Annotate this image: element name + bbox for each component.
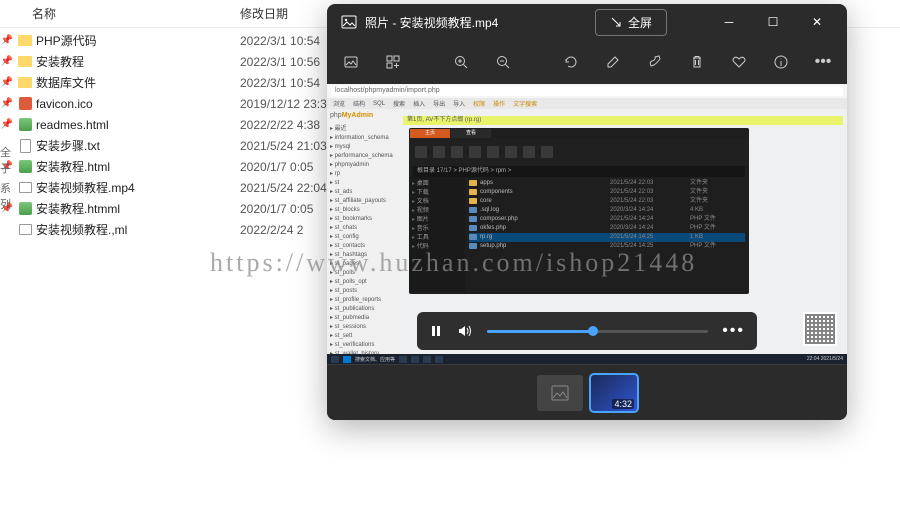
qr-code: [803, 312, 837, 346]
progress-thumb[interactable]: [588, 326, 598, 336]
pin-icon: 📌: [0, 56, 14, 67]
file-name: 安装视频教程.,ml: [36, 221, 240, 238]
dark-file-manager: 主页 查看 根目录 17/17 > PHP源代码 > rpm > 桌面下载文档视…: [409, 128, 749, 294]
html-icon: [14, 118, 36, 131]
window-controls: ─ ☐ ✕: [707, 4, 839, 40]
thumbnail-duration: 4:32: [612, 399, 634, 409]
ico-icon: [14, 97, 36, 110]
column-name[interactable]: 名称: [0, 5, 240, 22]
volume-button[interactable]: [457, 324, 473, 338]
delete-icon[interactable]: [681, 46, 713, 78]
view-all-icon[interactable]: [335, 46, 367, 78]
more-icon[interactable]: •••: [807, 46, 839, 78]
progress-bar[interactable]: [487, 330, 708, 333]
thumbnail-image[interactable]: [537, 375, 583, 411]
address-bar: localhost/phpmyadmin/import.php: [331, 86, 843, 96]
file-name: 安装视频教程.mp4: [36, 179, 240, 196]
progress-fill: [487, 330, 593, 333]
edit-icon[interactable]: [597, 46, 629, 78]
draw-icon[interactable]: [639, 46, 671, 78]
favorite-icon[interactable]: [723, 46, 755, 78]
phpmyadmin-logo: phpMyAdmin: [330, 112, 398, 119]
pause-button[interactable]: [429, 324, 443, 338]
minimize-button[interactable]: ─: [707, 4, 751, 40]
mp4-icon: [14, 224, 36, 235]
fullscreen-button[interactable]: 全屏: [595, 9, 667, 36]
fm-tree: 桌面下载文档视频图片音乐工具代码: [409, 177, 465, 292]
thumbnail-strip: 4:32: [327, 364, 847, 420]
maximize-button[interactable]: ☐: [751, 4, 795, 40]
pin-icon: 📌: [0, 119, 14, 130]
fm-toolbar: [409, 138, 749, 166]
phpmyadmin-toolbar: 浏览结构SQL搜索插入导出导入权限操作文字搜索: [327, 98, 847, 109]
media-more-button[interactable]: •••: [722, 322, 745, 340]
titlebar[interactable]: 照片 - 安装视频教程.mp4 全屏 ─ ☐ ✕: [327, 4, 847, 40]
folder-icon: [14, 77, 36, 88]
pin-icon: 📌: [0, 98, 14, 109]
phpmyadmin-banner: 第1页, AV不下方点缀 (rp.rg): [403, 116, 843, 125]
taskbar-clock: 22:04 2021/5/24: [807, 356, 843, 362]
phpmyadmin-sidebar: phpMyAdmin ▸ 最近▸ information_schema▸ mys…: [327, 109, 401, 354]
explorer-nav-partial: 全子 系列: [0, 140, 20, 216]
fullscreen-icon: [610, 16, 622, 28]
windows-taskbar: 搜索文档、应用等 22:04 2021/5/24: [327, 354, 847, 364]
file-name: 安装教程: [36, 53, 240, 70]
fm-tab: 主页: [410, 129, 450, 138]
folder-icon: [14, 56, 36, 67]
rotate-icon[interactable]: [555, 46, 587, 78]
folder-icon: [14, 35, 36, 46]
media-controls: •••: [417, 312, 757, 350]
zoom-out-icon[interactable]: [487, 46, 519, 78]
file-name: 安装教程.html: [36, 158, 240, 175]
fm-file-list: apps2021/5/24 22:03文件夹components2021/5/2…: [465, 177, 749, 292]
fm-address: 根目录 17/17 > PHP源代码 > rpm >: [413, 166, 745, 177]
pin-icon: 📌: [0, 35, 14, 46]
photos-app-icon: [341, 14, 357, 30]
file-name: readmes.html: [36, 118, 240, 132]
photos-player-window: 照片 - 安装视频教程.mp4 全屏 ─ ☐ ✕ ••• localhost/p…: [327, 4, 847, 420]
zoom-in-icon[interactable]: [445, 46, 477, 78]
file-name: 数据库文件: [36, 74, 240, 91]
file-name: PHP源代码: [36, 32, 240, 49]
file-name: 安装教程.htmml: [36, 200, 240, 217]
add-to-icon[interactable]: [377, 46, 409, 78]
info-icon[interactable]: [765, 46, 797, 78]
file-name: 安装步骤.txt: [36, 137, 240, 154]
file-name: favicon.ico: [36, 97, 240, 111]
thumbnail-video-active[interactable]: 4:32: [591, 375, 637, 411]
browser-chrome: localhost/phpmyadmin/import.php: [327, 84, 847, 98]
video-content[interactable]: localhost/phpmyadmin/import.php 浏览结构SQL搜…: [327, 84, 847, 364]
player-toolbar: •••: [327, 40, 847, 84]
window-title: 照片 - 安装视频教程.mp4: [365, 14, 595, 31]
pin-icon: 📌: [0, 77, 14, 88]
close-button[interactable]: ✕: [795, 4, 839, 40]
fm-tab: 查看: [451, 129, 491, 138]
